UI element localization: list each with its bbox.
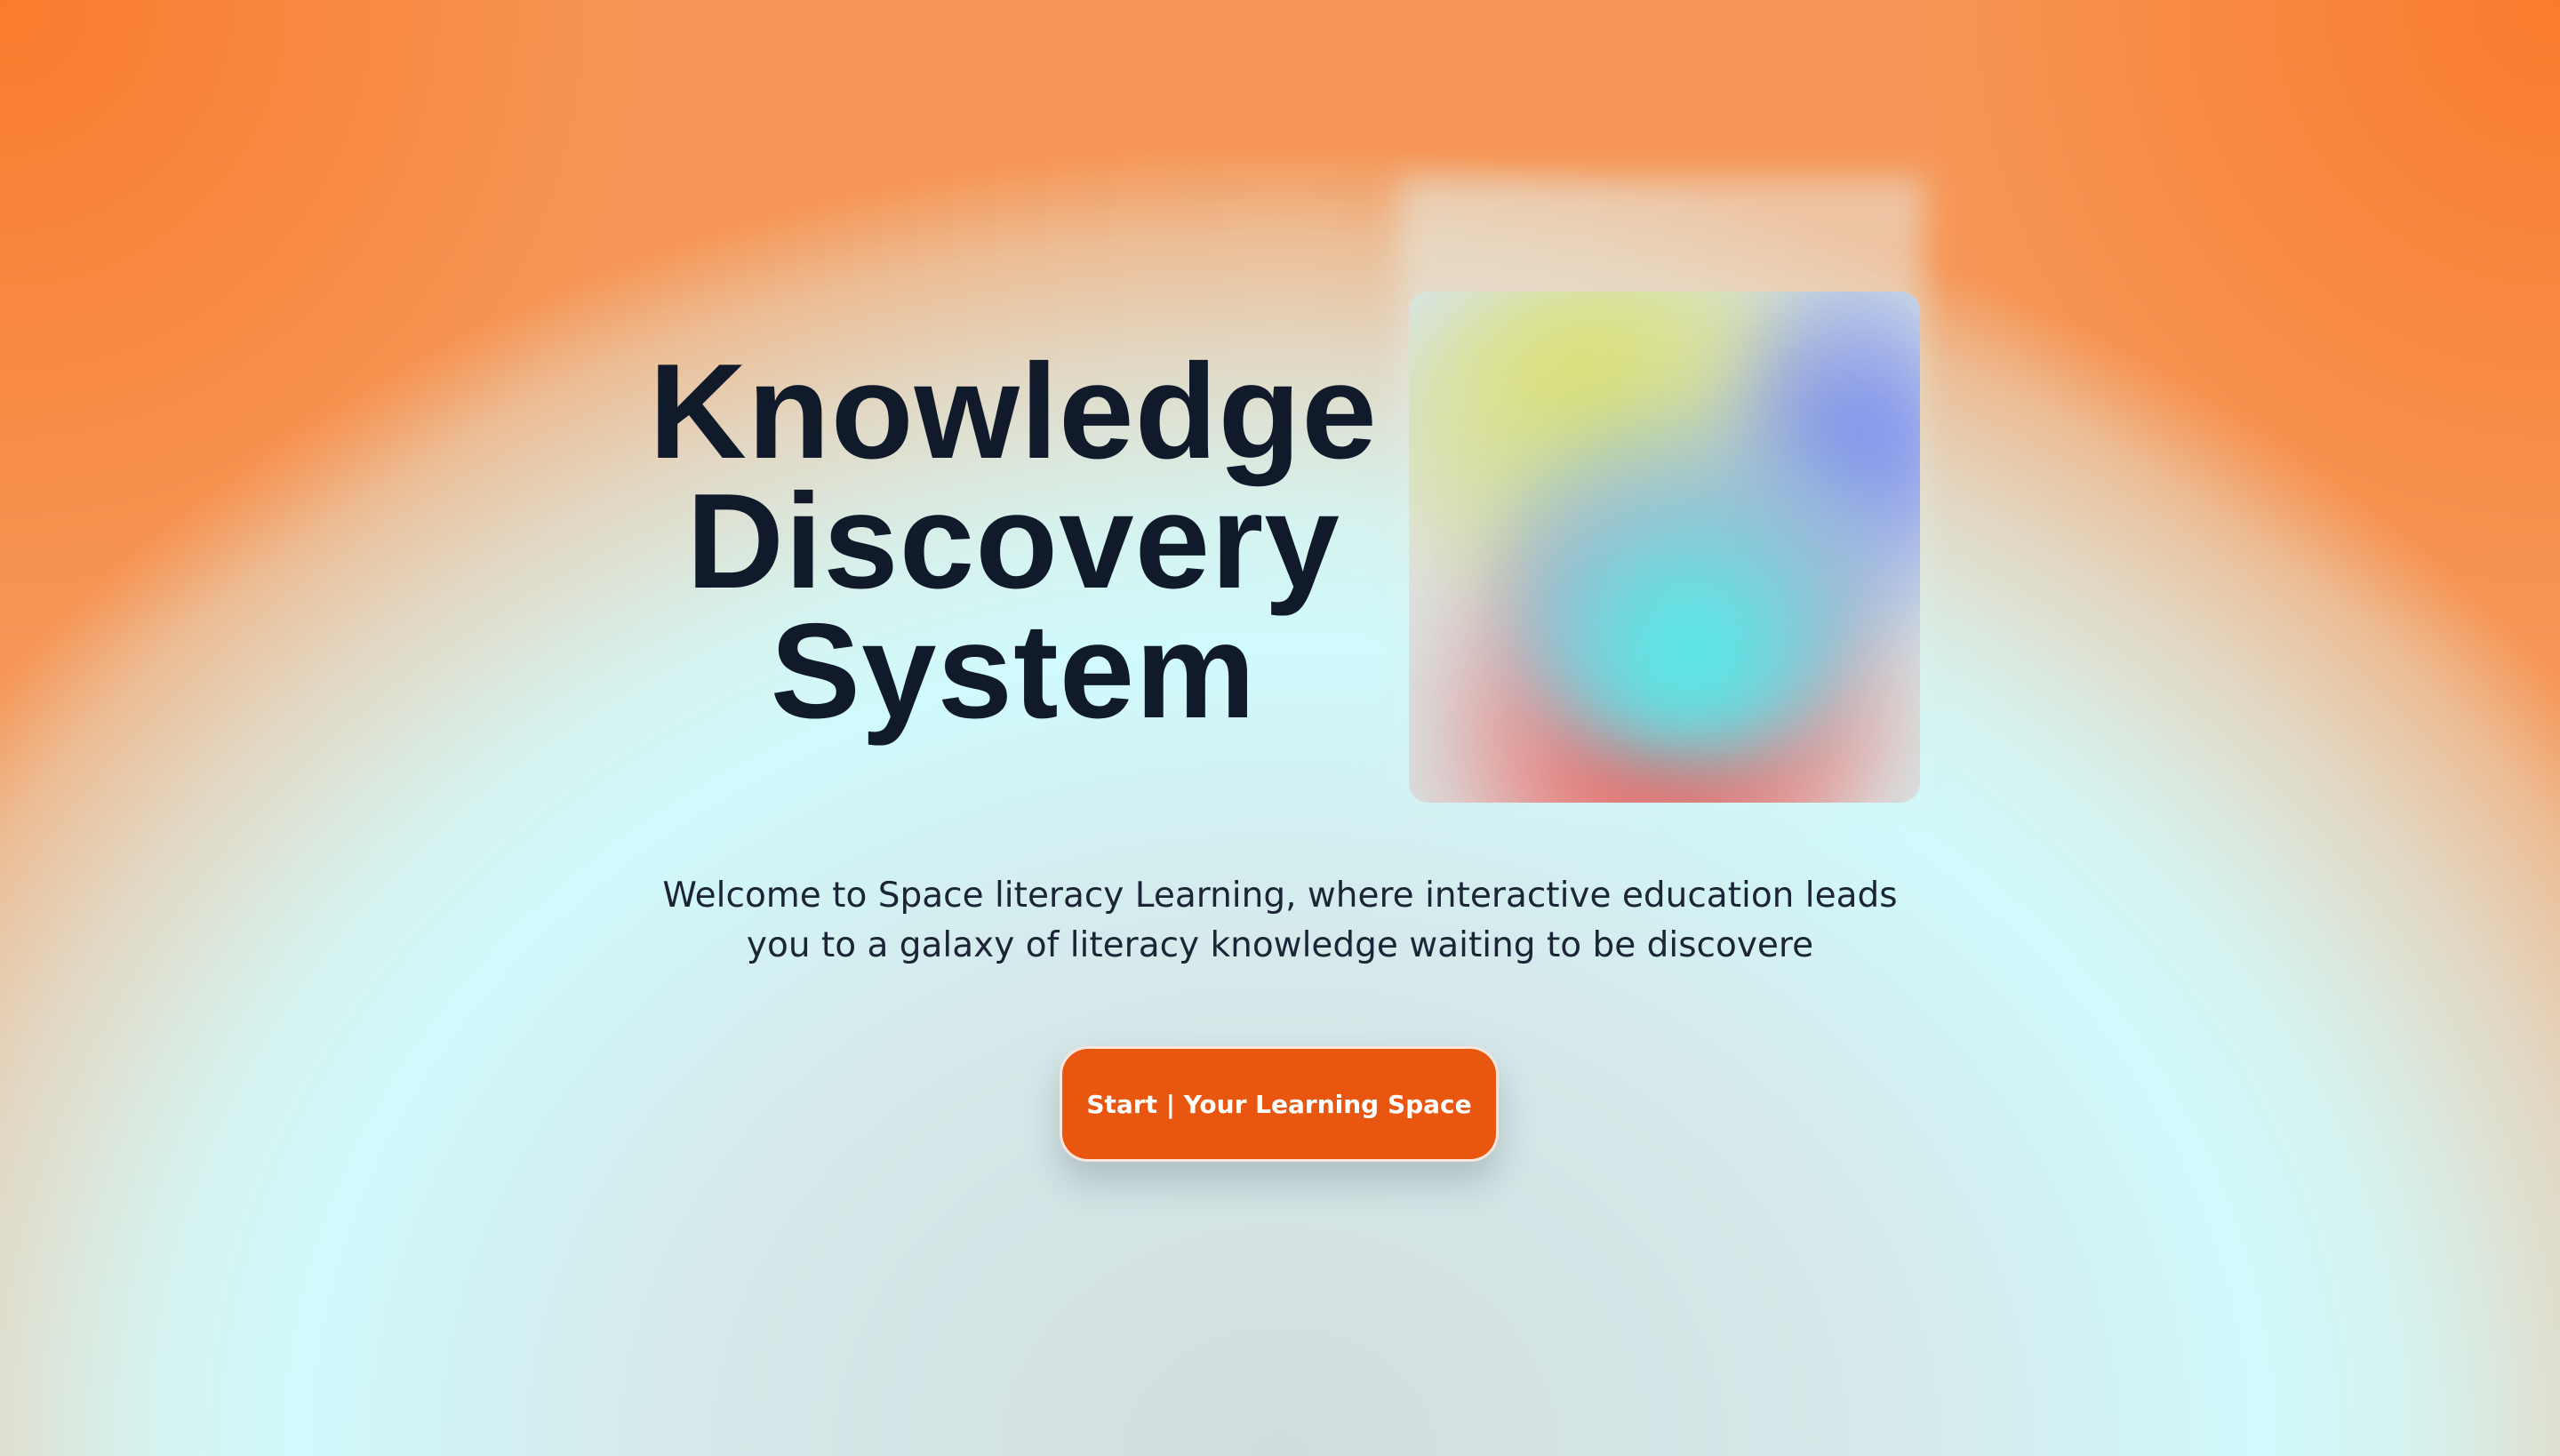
hero-title-line-1: Knowledge (649, 336, 1378, 487)
intro-paragraph: Welcome to Space literacy Learning, wher… (662, 876, 1898, 965)
orb-cyan-core (1498, 345, 1880, 772)
abstract-orb-image (1409, 292, 1920, 803)
start-learning-button[interactable]: Start | Your Learning Space (1060, 1046, 1499, 1162)
hero-title: Knowledge Discovery System (569, 336, 1458, 747)
hero-title-line-3: System (770, 596, 1257, 747)
hero-title-line-2: Discovery (686, 466, 1340, 617)
